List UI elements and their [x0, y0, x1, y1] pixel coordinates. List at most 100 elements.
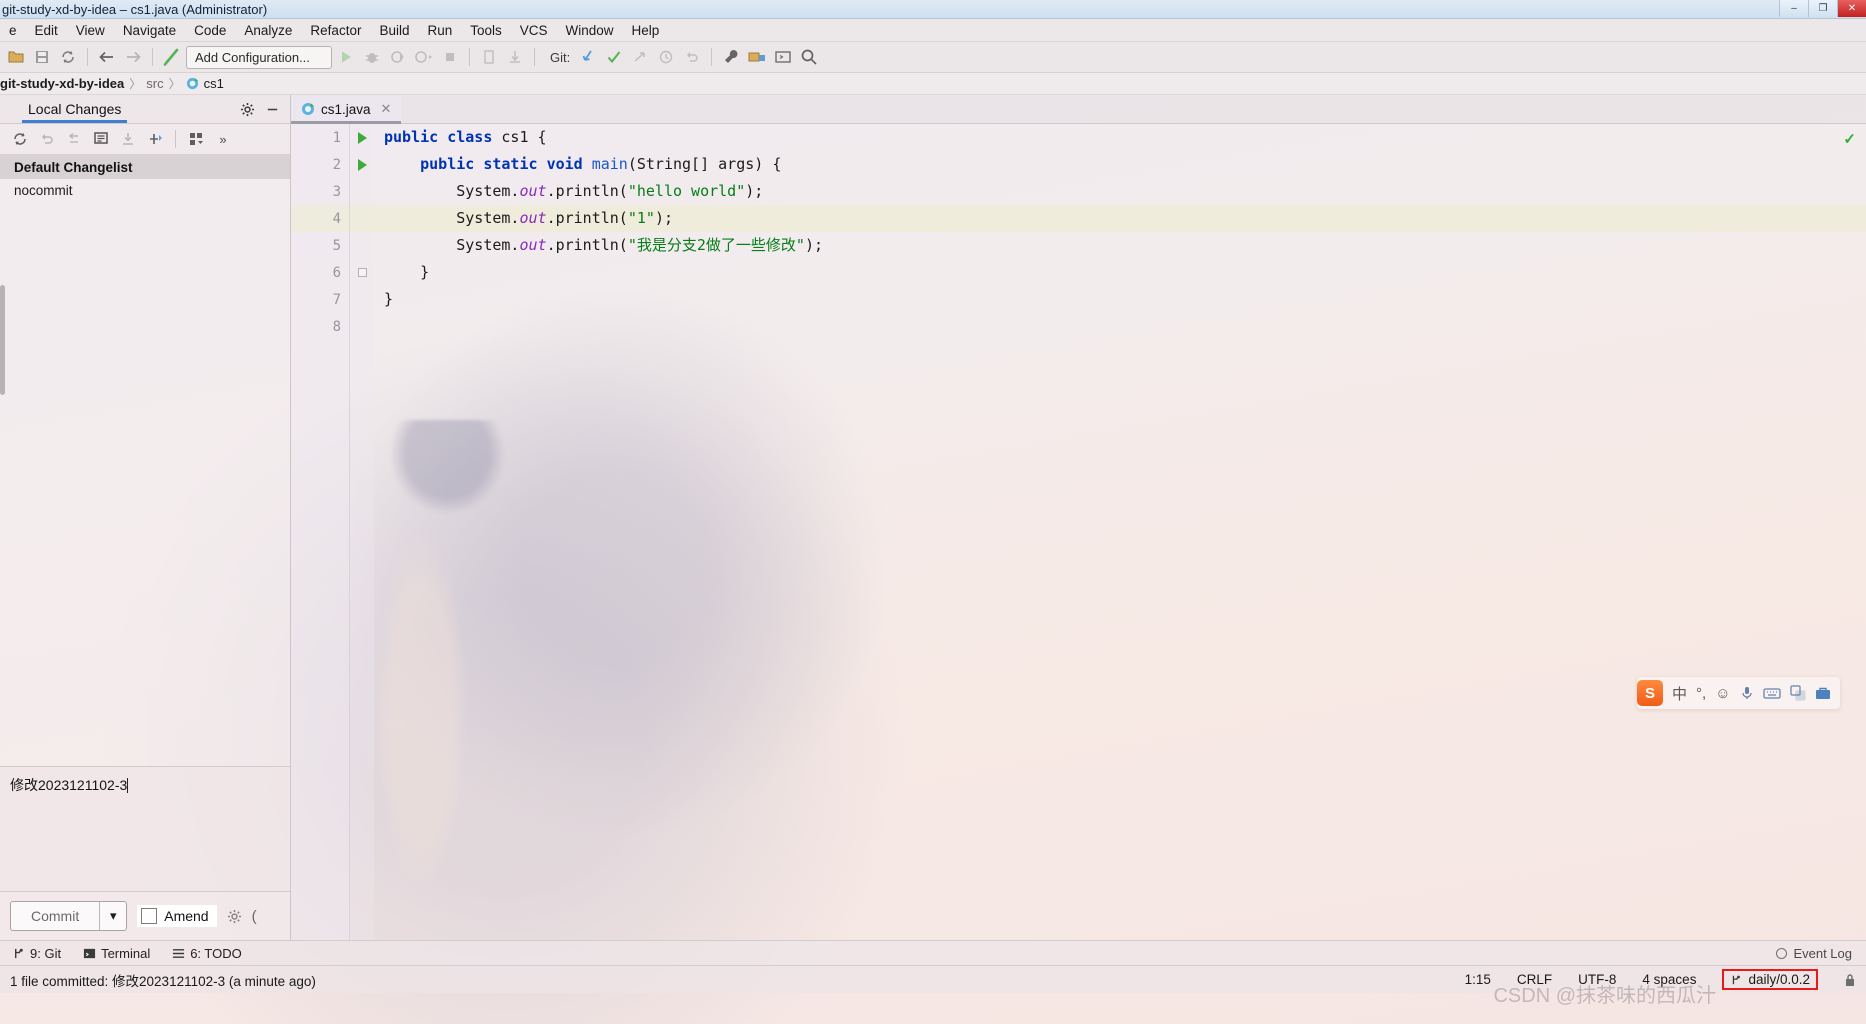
- code-line[interactable]: public static void main(String[] args) {: [374, 151, 1866, 178]
- editor-vertical-scrollbar[interactable]: [1854, 124, 1866, 940]
- git-push-icon[interactable]: [628, 45, 652, 69]
- caret-position[interactable]: 1:15: [1465, 972, 1491, 987]
- gear-icon[interactable]: [227, 909, 242, 924]
- revert-icon[interactable]: [62, 128, 86, 150]
- code-content[interactable]: public class cs1 { public static void ma…: [374, 124, 1866, 940]
- maximize-button[interactable]: ❐: [1808, 0, 1837, 17]
- menu-refactor[interactable]: Refactor: [301, 21, 370, 40]
- ime-punctuation-icon[interactable]: °,: [1696, 685, 1706, 702]
- indent-setting[interactable]: 4 spaces: [1642, 972, 1696, 987]
- menu-analyze[interactable]: Analyze: [235, 21, 301, 40]
- minimize-icon[interactable]: [265, 102, 280, 117]
- git-commit-icon[interactable]: [602, 45, 626, 69]
- code-line[interactable]: System.out.println("1");: [374, 205, 1866, 232]
- run-gutter-icon[interactable]: [350, 124, 374, 151]
- commit-options-more-icon[interactable]: (: [252, 908, 257, 925]
- breadcrumb-class[interactable]: cs1: [204, 76, 224, 91]
- code-viewport[interactable]: 1 2 3 4 5 6 7 8 public class cs1 { public stati…: [291, 124, 1866, 940]
- commit-button[interactable]: Commit ▾: [10, 901, 128, 931]
- line-number: 2: [332, 156, 341, 173]
- menu-window[interactable]: Window: [557, 21, 623, 40]
- changelist-file-entry[interactable]: nocommit: [0, 179, 290, 198]
- debug-icon[interactable]: [360, 45, 384, 69]
- code-line[interactable]: System.out.println("hello world");: [374, 178, 1866, 205]
- run-configuration-selector[interactable]: Add Configuration...: [186, 45, 332, 69]
- rollback-icon[interactable]: [680, 45, 704, 69]
- commit-message-input[interactable]: 修改2023121102-3: [0, 766, 290, 892]
- build-hammer-icon[interactable]: [160, 45, 184, 69]
- terminal-icon[interactable]: [771, 45, 795, 69]
- vcs-scrollbar[interactable]: [0, 285, 5, 395]
- ime-translate-icon[interactable]: [1789, 685, 1806, 701]
- ime-keyboard-icon[interactable]: [1762, 687, 1781, 700]
- chevron-down-icon[interactable]: ▾: [99, 902, 126, 930]
- ime-mode-chinese[interactable]: 中: [1672, 683, 1687, 704]
- ime-voice-icon[interactable]: [1740, 685, 1754, 701]
- forward-arrow-icon[interactable]: [121, 45, 145, 69]
- menu-vcs[interactable]: VCS: [511, 21, 557, 40]
- inspect-icon[interactable]: [477, 45, 501, 69]
- show-diff-icon[interactable]: [89, 128, 113, 150]
- code-line[interactable]: public class cs1 {: [374, 124, 1866, 151]
- wrench-icon[interactable]: [719, 45, 743, 69]
- code-line[interactable]: }: [374, 259, 1866, 286]
- tab-local-changes[interactable]: Local Changes: [22, 97, 128, 123]
- breadcrumb-project[interactable]: git-study-xd-by-idea: [0, 76, 124, 91]
- run-icon[interactable]: [334, 45, 358, 69]
- group-by-icon[interactable]: [184, 128, 208, 150]
- open-folder-icon[interactable]: [4, 45, 28, 69]
- back-arrow-icon[interactable]: [95, 45, 119, 69]
- git-update-icon[interactable]: [576, 45, 600, 69]
- rollback-icon[interactable]: [35, 128, 59, 150]
- git-branch-label: daily/0.0.2: [1748, 972, 1810, 987]
- amend-checkbox[interactable]: Amend: [137, 905, 217, 927]
- changelist-default[interactable]: Default Changelist: [0, 155, 290, 179]
- code-line[interactable]: System.out.println("我是分支2做了一些修改");: [374, 232, 1866, 259]
- menu-run[interactable]: Run: [418, 21, 461, 40]
- read-only-lock-icon[interactable]: [1844, 973, 1856, 987]
- save-icon[interactable]: [30, 45, 54, 69]
- menu-build[interactable]: Build: [370, 21, 418, 40]
- project-structure-icon[interactable]: [745, 45, 769, 69]
- breadcrumb-src[interactable]: src: [146, 76, 163, 91]
- profile-icon[interactable]: [412, 45, 436, 69]
- minimize-button[interactable]: –: [1779, 0, 1808, 17]
- gear-icon[interactable]: [240, 102, 255, 117]
- run-coverage-icon[interactable]: [386, 45, 410, 69]
- code-line[interactable]: }: [374, 286, 1866, 313]
- git-branch-widget[interactable]: daily/0.0.2: [1722, 969, 1818, 990]
- ime-toolbox-icon[interactable]: [1815, 686, 1831, 700]
- history-icon[interactable]: [654, 45, 678, 69]
- tool-button-todo[interactable]: 6: TODO: [172, 946, 242, 961]
- menu-navigate[interactable]: Navigate: [114, 21, 185, 40]
- run-gutter-icon[interactable]: [350, 151, 374, 178]
- update-project-icon[interactable]: [503, 45, 527, 69]
- sogou-ime-logo-icon[interactable]: S: [1637, 680, 1663, 706]
- tool-window-bar: 9: Git Terminal 6: TODO Event Log: [0, 940, 1866, 965]
- get-from-vcs-icon[interactable]: [116, 128, 140, 150]
- ime-toolbar[interactable]: S 中 °, ☺: [1637, 677, 1840, 709]
- ime-emoji-icon[interactable]: ☺: [1715, 685, 1730, 702]
- close-button[interactable]: ✕: [1837, 0, 1866, 17]
- editor-tab-cs1-java[interactable]: cs1.java ✕: [291, 95, 402, 124]
- search-everywhere-icon[interactable]: [797, 45, 821, 69]
- menu-edit[interactable]: Edit: [26, 21, 67, 40]
- refresh-icon[interactable]: [8, 128, 32, 150]
- code-fold-marker[interactable]: [350, 259, 374, 286]
- event-log-button[interactable]: Event Log: [1776, 946, 1866, 961]
- close-icon[interactable]: ✕: [381, 101, 392, 117]
- menu-code[interactable]: Code: [185, 21, 235, 40]
- file-encoding[interactable]: UTF-8: [1578, 972, 1616, 987]
- menu-tools[interactable]: Tools: [461, 21, 511, 40]
- menu-view[interactable]: View: [67, 21, 114, 40]
- tool-button-terminal[interactable]: Terminal: [83, 946, 150, 961]
- menu-help[interactable]: Help: [623, 21, 669, 40]
- stop-icon[interactable]: [438, 45, 462, 69]
- move-to-changelist-icon[interactable]: [143, 128, 167, 150]
- sync-icon[interactable]: [56, 45, 80, 69]
- more-icon[interactable]: »: [211, 128, 235, 150]
- tool-button-git[interactable]: 9: Git: [12, 946, 61, 961]
- menu-file[interactable]: e: [0, 21, 26, 40]
- line-separator[interactable]: CRLF: [1517, 972, 1552, 987]
- code-line[interactable]: [374, 313, 1866, 340]
